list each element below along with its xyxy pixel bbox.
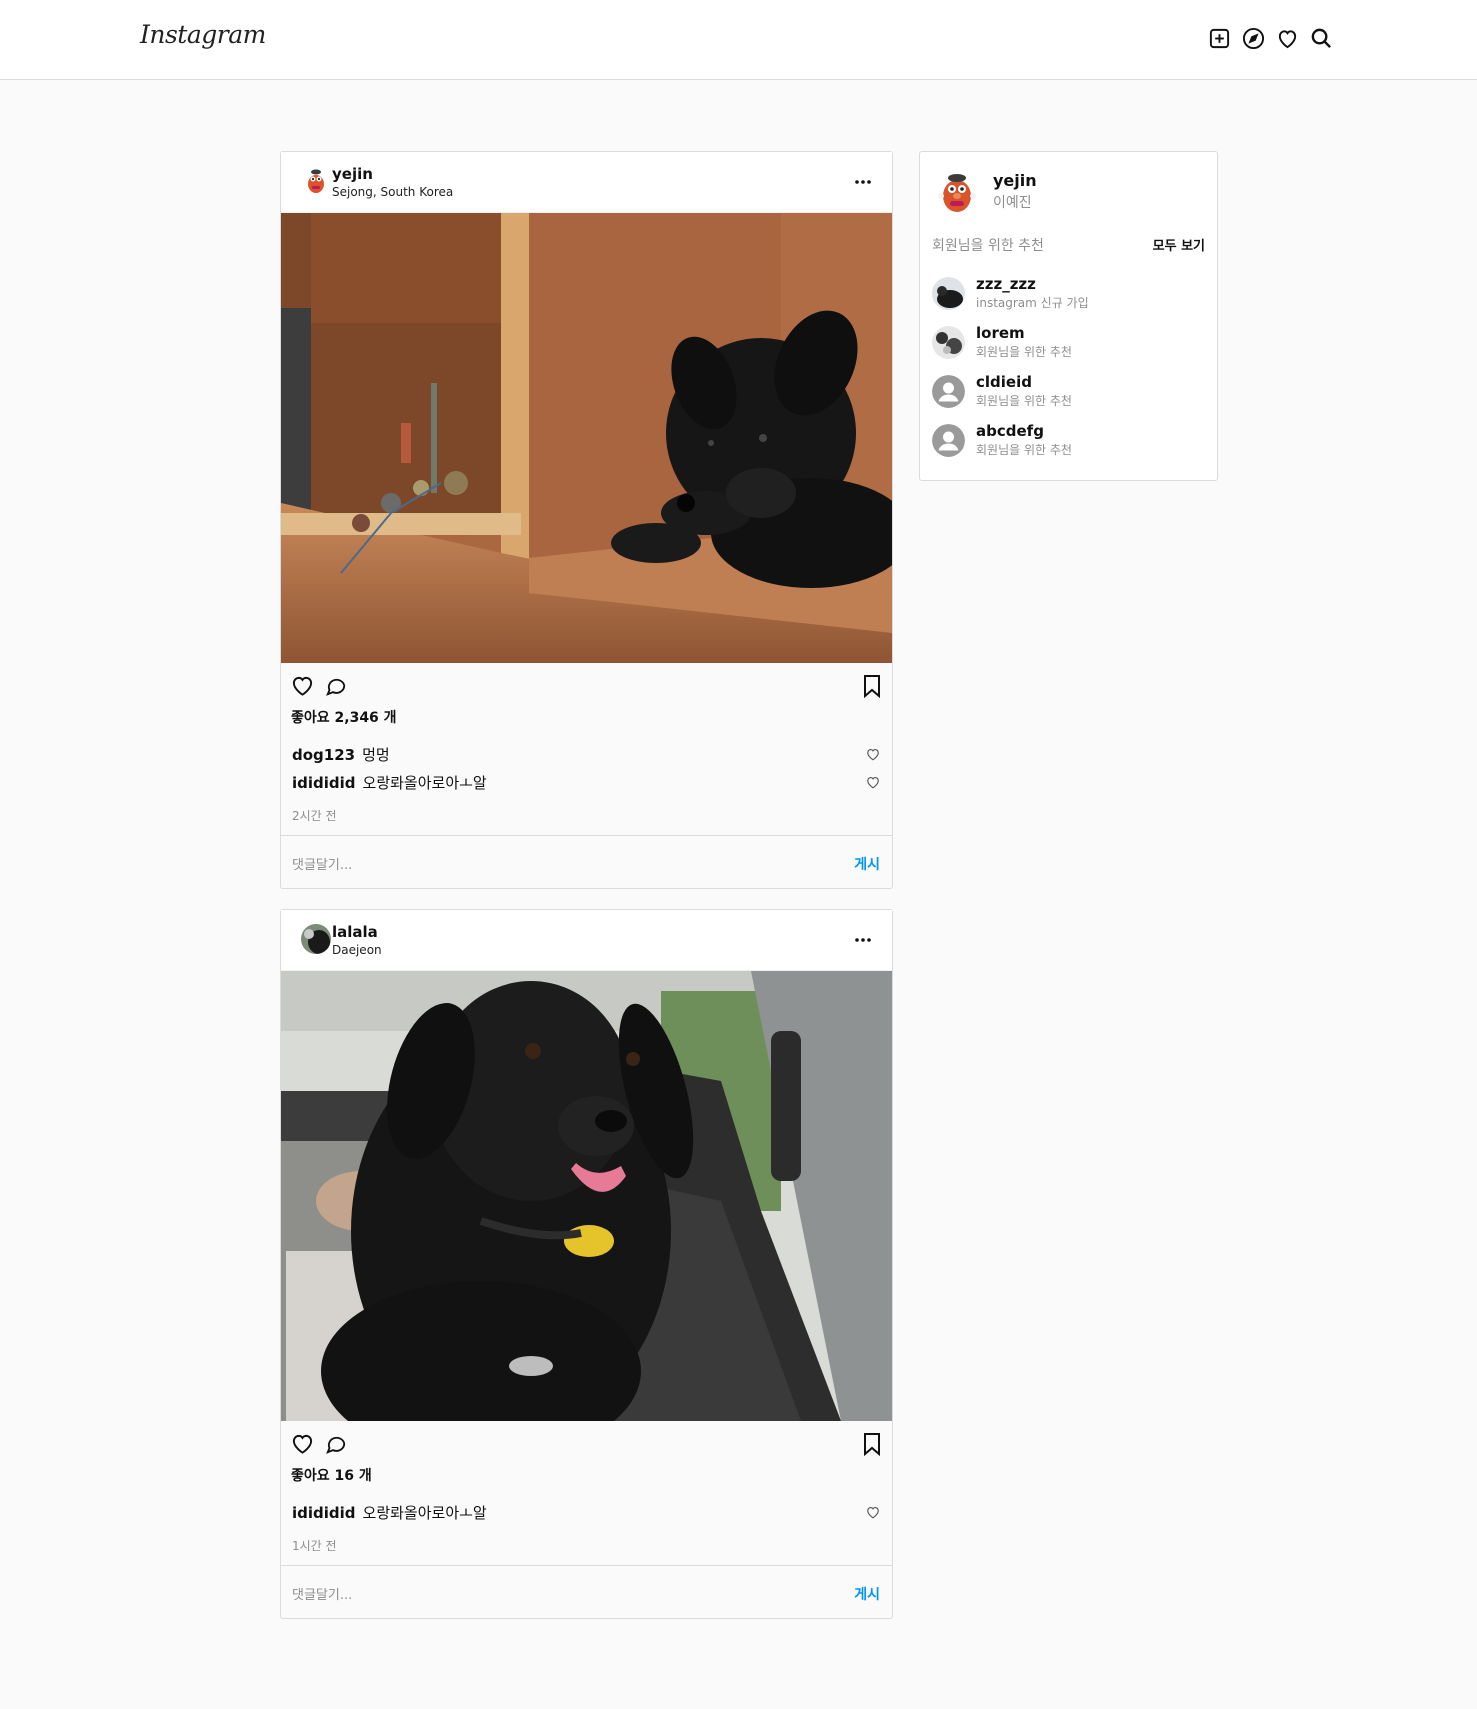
comment-bubble-icon[interactable] [325, 675, 347, 697]
like-heart-icon[interactable] [291, 675, 314, 697]
comment-text: 오랑롸올아로아ㅗ알 [362, 1504, 487, 1522]
recommendation-username[interactable]: zzz_zzz [976, 275, 1036, 293]
comment-like-heart-icon[interactable] [866, 1505, 880, 1519]
post-timestamp: 1시간 전 [292, 1539, 337, 1553]
post-location[interactable]: Sejong, South Korea [332, 185, 453, 199]
post-comment-button[interactable]: 게시 [854, 1584, 880, 1604]
post-timestamp: 2시간 전 [292, 809, 337, 823]
recommendation-item[interactable]: lorem 회원님을 위한 추천 [932, 324, 1202, 360]
nav-icons [1208, 27, 1333, 50]
default-avatar-icon[interactable] [932, 424, 965, 457]
recommendation-subtitle: instagram 신규 가입 [976, 296, 1089, 310]
comment-like-heart-icon[interactable] [866, 747, 880, 761]
recommendation-subtitle: 회원님을 위한 추천 [976, 443, 1072, 457]
recommendation-username[interactable]: cldieid [976, 373, 1032, 391]
comment-text: 오랑롸올아로아ㅗ알 [362, 774, 487, 792]
recommendations-title: 회원님을 위한 추천 [932, 238, 1044, 254]
bookmark-icon[interactable] [862, 1432, 882, 1457]
post-comment-button[interactable]: 게시 [854, 854, 880, 874]
comment-bubble-icon[interactable] [325, 1433, 347, 1455]
comment-username[interactable]: dog123 [292, 746, 355, 764]
like-heart-icon[interactable] [291, 1433, 314, 1455]
comment-item: idididid 오랑롸올아로아ㅗ알 [292, 1502, 882, 1523]
recommendation-item[interactable]: cldieid 회원님을 위한 추천 [932, 373, 1202, 409]
more-options-icon[interactable] [854, 932, 872, 948]
likes-count[interactable]: 좋아요 16 개 [291, 1465, 372, 1485]
avatar[interactable] [301, 166, 331, 196]
comment-like-heart-icon[interactable] [866, 775, 880, 789]
bookmark-icon[interactable] [862, 674, 882, 699]
avatar[interactable] [933, 166, 981, 216]
recommendation-username[interactable]: abcdefg [976, 422, 1044, 440]
comment-item: dog123 멍멍 [292, 744, 882, 765]
avatar[interactable] [932, 277, 965, 310]
post-header: yejin Sejong, South Korea [281, 152, 892, 213]
post-photo[interactable] [281, 971, 892, 1421]
recommendation-item[interactable]: zzz_zzz instagram 신규 가입 [932, 275, 1202, 311]
post-username[interactable]: yejin [332, 165, 373, 183]
search-icon[interactable] [1310, 27, 1333, 50]
sidebar-profile-card: yejin 이예진 회원님을 위한 추천 모두 보기 zzz_zzz insta… [919, 151, 1218, 481]
recommendation-username[interactable]: lorem [976, 324, 1025, 342]
see-all-link[interactable]: 모두 보기 [1153, 235, 1205, 254]
comment-username[interactable]: idididid [292, 774, 356, 792]
recommendation-subtitle: 회원님을 위한 추천 [976, 394, 1072, 408]
comment-username[interactable]: idididid [292, 1504, 356, 1522]
post-actions [281, 663, 892, 703]
new-post-icon[interactable] [1208, 27, 1231, 50]
profile-name: 이예진 [993, 195, 1032, 211]
feed-post: yejin Sejong, South Korea 좋아요 2,346 개 do… [280, 151, 893, 889]
comment-input[interactable]: 댓글달기... [292, 854, 352, 873]
comment-input[interactable]: 댓글달기... [292, 1584, 352, 1603]
post-photo[interactable] [281, 213, 892, 663]
top-navigation-bar: Instagram [0, 0, 1477, 80]
post-username[interactable]: lalala [332, 923, 378, 941]
add-comment-bar: 댓글달기... 게시 [281, 835, 892, 889]
post-location[interactable]: Daejeon [332, 943, 382, 957]
recommendation-item[interactable]: abcdefg 회원님을 위한 추천 [932, 422, 1202, 458]
instagram-logo[interactable]: Instagram [140, 20, 266, 49]
post-actions [281, 1421, 892, 1461]
profile-username[interactable]: yejin [993, 171, 1037, 190]
activity-heart-icon[interactable] [1276, 27, 1299, 50]
post-header: lalala Daejeon [281, 910, 892, 971]
add-comment-bar: 댓글달기... 게시 [281, 1565, 892, 1619]
recommendation-subtitle: 회원님을 위한 추천 [976, 345, 1072, 359]
more-options-icon[interactable] [854, 174, 872, 190]
likes-count[interactable]: 좋아요 2,346 개 [291, 707, 397, 727]
default-avatar-icon[interactable] [932, 375, 965, 408]
comment-item: idididid 오랑롸올아로아ㅗ알 [292, 772, 882, 793]
avatar[interactable] [932, 326, 965, 359]
feed-post: lalala Daejeon 좋아요 16 개 idididid 오랑롸올아로아… [280, 909, 893, 1619]
comment-text: 멍멍 [362, 746, 390, 764]
avatar[interactable] [301, 924, 331, 954]
explore-icon[interactable] [1242, 27, 1265, 50]
